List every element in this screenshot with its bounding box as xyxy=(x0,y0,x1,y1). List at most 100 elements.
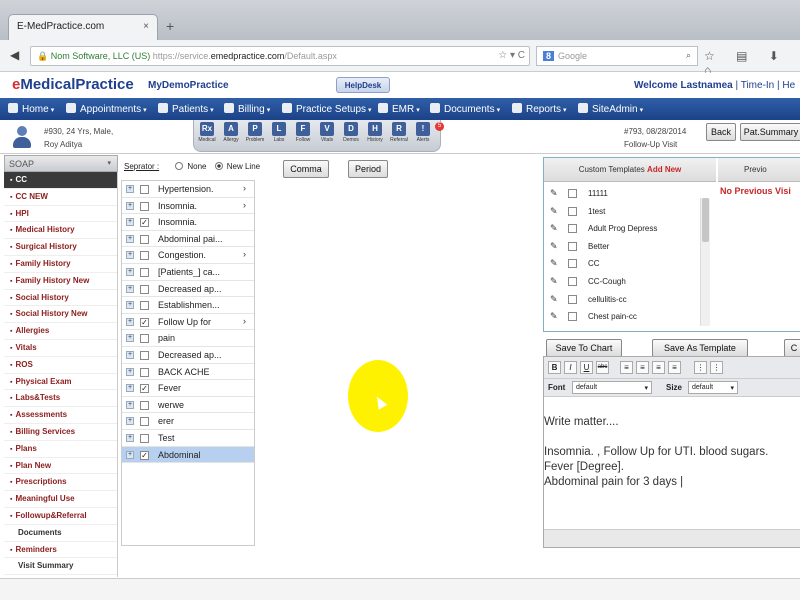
expand-icon[interactable]: + xyxy=(126,367,134,376)
phrase-checkbox[interactable]: ✓ xyxy=(140,317,149,327)
expand-icon[interactable]: + xyxy=(126,185,134,193)
template-checkbox[interactable] xyxy=(568,224,577,234)
align-left-icon[interactable]: ≡ xyxy=(620,361,633,374)
template-checkbox[interactable] xyxy=(568,189,577,198)
font-select[interactable]: default ▾ xyxy=(572,381,652,394)
expand-icon[interactable]: + xyxy=(126,317,134,326)
sidebar-item[interactable]: Plan New xyxy=(4,458,117,475)
sidebar-item[interactable]: CC NEW xyxy=(4,189,117,206)
back-arrow-icon[interactable]: ◀ xyxy=(10,48,19,62)
phrase-checkbox[interactable] xyxy=(140,185,149,194)
phrase-checkbox[interactable] xyxy=(140,351,149,360)
sidebar-item[interactable]: Followup&Referral xyxy=(4,508,117,525)
sidebar-item[interactable]: Assessments xyxy=(4,407,117,424)
follow-tool-button[interactable]: F Follow xyxy=(292,122,314,143)
sidebar-item[interactable]: HPI xyxy=(4,206,117,223)
url-bar[interactable]: 🔒 Nom Software, LLC (US) https://service… xyxy=(30,46,530,66)
tab-previous-visits[interactable]: Previo xyxy=(718,158,800,182)
expand-icon[interactable]: + xyxy=(126,384,134,393)
phrase-checkbox[interactable] xyxy=(140,367,149,377)
labs-tool-button[interactable]: L Labs xyxy=(268,122,290,143)
comma-button[interactable]: Comma xyxy=(283,160,329,178)
menu-emr[interactable]: EMR ▾ xyxy=(378,103,420,115)
template-checkbox[interactable] xyxy=(568,276,577,286)
pencil-icon[interactable]: ✎ xyxy=(550,294,558,305)
chevron-right-icon[interactable]: › xyxy=(243,183,246,193)
phrase-row[interactable]: + [Patients_] ca... xyxy=(122,264,254,281)
template-row[interactable]: ✎ Chest pain-cc xyxy=(550,309,706,327)
time-in-link[interactable]: | Time-In xyxy=(736,80,775,91)
chevron-right-icon[interactable]: › xyxy=(243,316,246,326)
period-button[interactable]: Period xyxy=(348,160,388,178)
menu-siteadmin[interactable]: SiteAdmin ▾ xyxy=(578,103,643,115)
pencil-icon[interactable]: ✎ xyxy=(550,188,558,199)
phrase-checkbox[interactable] xyxy=(140,334,149,344)
phrase-row[interactable]: + erer xyxy=(122,413,254,430)
phrase-row[interactable]: + werwe xyxy=(122,397,254,414)
template-row[interactable]: ✎ CC xyxy=(550,256,706,274)
template-row[interactable]: ✎ Adult Prog Depress xyxy=(550,221,706,239)
phrase-row[interactable]: + Congestion. › xyxy=(122,247,254,264)
template-checkbox[interactable] xyxy=(568,206,577,216)
template-scrollbar[interactable] xyxy=(700,198,710,326)
template-row[interactable]: ✎ Better xyxy=(550,239,706,257)
phrase-checkbox[interactable] xyxy=(140,400,149,410)
menu-patients[interactable]: Patients ▾ xyxy=(158,103,214,115)
phrase-row[interactable]: + ✓ Follow Up for › xyxy=(122,314,254,331)
template-row[interactable]: ✎ 11111 xyxy=(550,186,706,204)
expand-icon[interactable]: + xyxy=(126,251,134,260)
sidebar-item[interactable]: Surgical History xyxy=(4,239,117,256)
phrase-checkbox[interactable] xyxy=(140,234,149,244)
align-right-icon[interactable]: ≡ xyxy=(652,361,665,374)
sidebar-item[interactable]: Labs&Tests xyxy=(4,390,117,408)
phrase-checkbox[interactable]: ✓ xyxy=(140,384,149,394)
phrase-row[interactable]: + ✓ Abdominal xyxy=(122,446,254,464)
sidebar-item[interactable]: Documents xyxy=(4,525,117,542)
soap-header[interactable]: SOAP ▾ xyxy=(4,155,118,172)
extra-button[interactable]: C xyxy=(784,339,800,357)
separator-none-radio[interactable] xyxy=(175,162,184,170)
expand-icon[interactable]: + xyxy=(126,450,134,459)
browser-tab[interactable]: E-MedPractice.com × xyxy=(8,14,158,40)
sidebar-item[interactable]: Visit Summary xyxy=(4,558,117,576)
template-checkbox[interactable] xyxy=(568,241,577,251)
phrase-row[interactable]: + Test xyxy=(122,430,254,447)
reload-icon[interactable]: ☆ ▾ C xyxy=(498,50,525,61)
expand-icon[interactable]: + xyxy=(126,268,134,276)
template-row[interactable]: ✎ 1test xyxy=(550,204,706,222)
expand-icon[interactable]: + xyxy=(126,400,134,409)
template-row[interactable]: ✎ cellulitis-cc xyxy=(550,292,706,310)
medical-tool-button[interactable]: Rx Medical xyxy=(196,122,218,143)
history-tool-button[interactable]: H History xyxy=(364,122,386,143)
bold-icon[interactable]: B xyxy=(548,361,561,374)
phrase-row[interactable]: + Insomnia. › xyxy=(122,198,254,215)
expand-icon[interactable]: + xyxy=(126,218,134,227)
sidebar-item[interactable]: Social History New xyxy=(4,306,117,324)
search-icon[interactable]: ⌕ xyxy=(686,50,691,61)
save-to-chart-button[interactable]: Save To Chart xyxy=(546,339,622,357)
back-button[interactable]: Back xyxy=(706,123,736,141)
allergy-tool-button[interactable]: A Allergy xyxy=(220,122,242,143)
phrase-checkbox[interactable] xyxy=(140,201,149,211)
editor-text-area[interactable]: Write matter.... Insomnia. , Follow Up f… xyxy=(544,415,800,490)
bullet-list-icon[interactable]: ⋮ xyxy=(710,361,723,374)
pencil-icon[interactable]: ✎ xyxy=(550,258,558,269)
underline-icon[interactable]: U xyxy=(580,361,593,374)
expand-icon[interactable]: + xyxy=(126,301,134,310)
expand-icon[interactable]: + xyxy=(126,334,134,343)
sidebar-item[interactable]: Vitals xyxy=(4,340,117,357)
close-icon[interactable]: × xyxy=(143,21,149,32)
template-checkbox[interactable] xyxy=(568,294,577,304)
menu-home[interactable]: Home ▾ xyxy=(8,103,54,115)
pencil-icon[interactable]: ✎ xyxy=(550,276,558,287)
expand-icon[interactable]: + xyxy=(126,351,134,359)
pencil-icon[interactable]: ✎ xyxy=(550,223,558,234)
helpdesk-button[interactable]: HelpDesk xyxy=(336,77,390,93)
align-justify-icon[interactable]: ≡ xyxy=(668,361,681,374)
menu-billing[interactable]: Billing ▾ xyxy=(224,103,270,115)
expand-icon[interactable]: + xyxy=(126,201,134,210)
pencil-icon[interactable]: ✎ xyxy=(550,311,558,322)
sidebar-item[interactable]: Meaningful Use xyxy=(4,491,117,508)
phrase-checkbox[interactable] xyxy=(140,284,149,294)
strikethrough-icon[interactable]: abc xyxy=(596,361,609,374)
